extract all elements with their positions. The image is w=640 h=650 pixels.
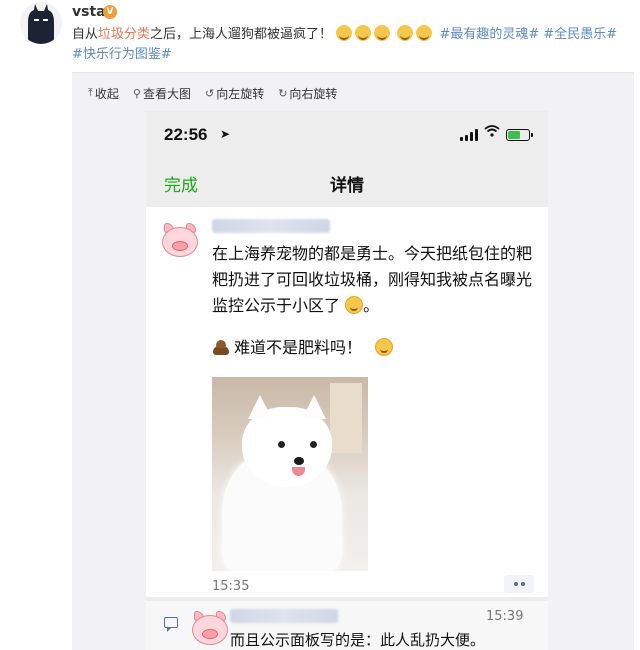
poop-emoji-icon [212,339,230,355]
view-large-label: 查看大图 [142,86,191,101]
more-options-icon[interactable] [504,575,534,593]
rotate-right-icon: ↻ [278,86,288,100]
cellular-signal-icon [460,129,478,141]
verified-badge-icon: V [103,5,117,19]
smile-emoji-icon [345,296,364,314]
grin-emoji-icon [416,25,433,41]
status-time: 22:56 [164,125,208,144]
moment-text: 在上海养宠物的都是勇士。今天把纸包住的粑粑扔进了可回收垃圾桶，刚得知我被点名曝光… [212,244,533,315]
location-arrow-icon: ➤ [220,127,231,141]
status-bar: 22:56 ➤ [146,111,548,159]
magnifier-icon: ⚲ [132,86,141,100]
rotate-left-label: 向左旋转 [216,86,265,101]
rotate-right-label: 向右旋转 [289,86,338,101]
post-text: 自从垃圾分类之后，上海人遛狗都被逼疯了！ #最有趣的灵魂# #全民愚乐# #快乐… [72,25,632,65]
pig-avatar-icon[interactable] [160,221,200,259]
blurred-name [212,219,330,233]
rotate-right-button[interactable]: ↻ 向右旋转 [278,81,337,105]
phone-screenshot[interactable]: 22:56 ➤ 完成 详情 在上海养宠物的都是勇士。今天把纸包住的粑粑扔进了可回… [146,111,548,650]
moment-text-line2: 难道不是肥料吗！ [234,338,363,357]
laugh-cry-emoji-icon [355,25,372,41]
grin-emoji-icon [397,25,414,41]
moment-text-second: 难道不是肥料吗！ [212,335,394,361]
dog-photo[interactable] [212,377,368,571]
username[interactable]: vsta [72,4,106,20]
comment-bubble-icon [164,617,178,632]
rotate-left-icon: ↺ [204,86,215,100]
hashtag-link[interactable]: #最有趣的灵魂# [439,27,539,42]
nav-bar: 完成 详情 [146,159,548,207]
collapse-button[interactable]: ⤒ 收起 [88,81,119,105]
topic-link[interactable]: 垃圾分类 [98,27,150,42]
moment-card: 在上海养宠物的都是勇士。今天把纸包住的粑粑扔进了可回收垃圾桶，刚得知我被点名曝光… [146,207,548,597]
blurred-name [230,609,338,623]
post-text-suffix: 之后，上海人遛狗都被逼疯了！ [150,27,333,42]
post-timestamp: 15:35 [212,579,250,594]
comment-text: 而且公示面板写的是：此人乱扔大便。 [230,631,486,649]
smile-emoji-icon [375,338,394,356]
hashtag-link[interactable]: #快乐行为图鉴# [72,47,172,62]
comment-row: 15:39 而且公示面板写的是：此人乱扔大便。 [146,601,548,650]
collapse-label: 收起 [94,86,119,101]
hashtag-link[interactable]: #全民愚乐# [543,27,617,42]
image-toolbar: ⤒ 收起 ⚲ 查看大图 ↺ 向左旋转 ↻ 向右旋转 [88,81,337,105]
rotate-left-button[interactable]: ↺ 向左旋转 [205,81,264,105]
wifi-icon [484,125,500,141]
image-viewer: ⤒ 收起 ⚲ 查看大图 ↺ 向左旋转 ↻ 向右旋转 22:56 ➤ 完成 详情 … [72,72,634,650]
battery-icon [506,129,533,141]
laugh-cry-emoji-icon [374,25,391,41]
pig-avatar-icon[interactable] [190,609,230,647]
page-title: 详情 [330,176,364,196]
view-large-button[interactable]: ⚲ 查看大图 [133,81,191,105]
collapse-arrow-icon: ⤒ [88,86,93,99]
avatar[interactable] [20,2,62,44]
batman-avatar-icon [20,2,62,44]
comment-timestamp: 15:39 [486,609,524,624]
post-text-prefix: 自从 [72,27,99,42]
laugh-cry-emoji-icon [336,25,353,41]
